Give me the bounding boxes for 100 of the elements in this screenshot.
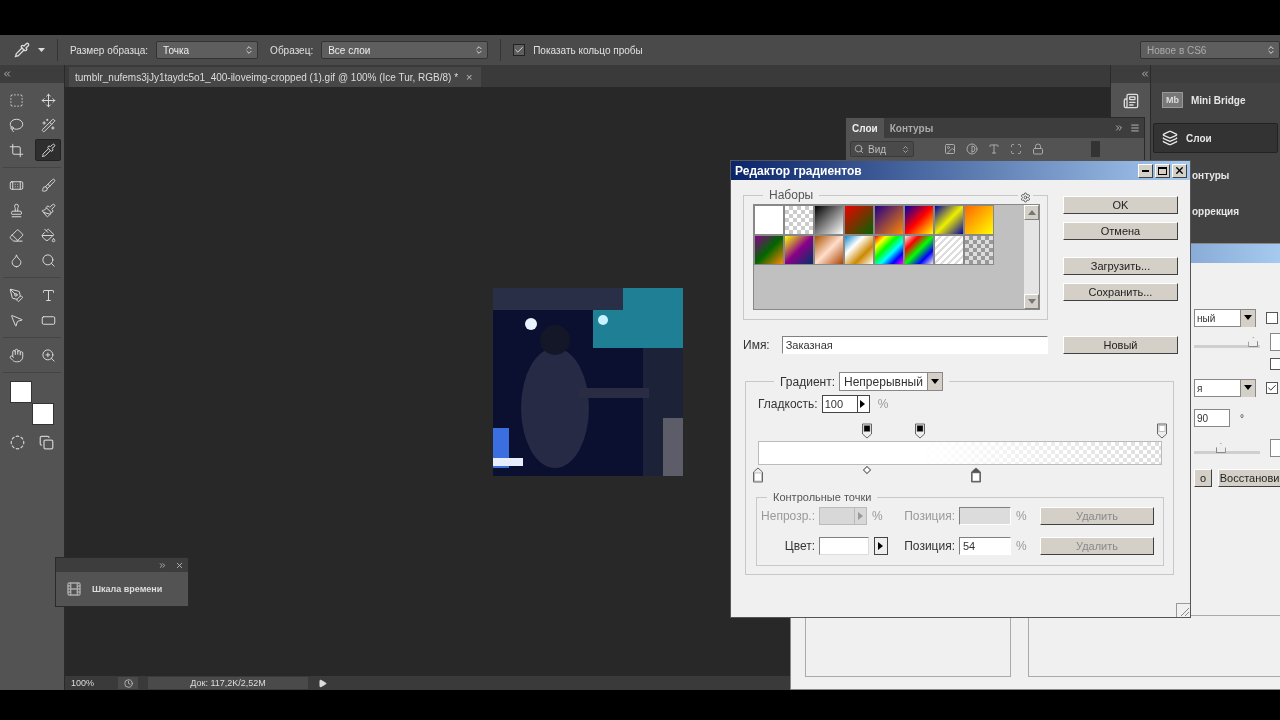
name-field[interactable]: Заказная: [781, 336, 1048, 354]
gradient-preset[interactable]: [874, 235, 904, 265]
scrollbar[interactable]: [1024, 205, 1039, 309]
dialog-button[interactable]: Отмена: [1063, 222, 1178, 240]
wand-icon: [40, 117, 56, 133]
lock-icon[interactable]: [1032, 143, 1044, 155]
opacity-stop[interactable]: [861, 423, 873, 439]
panel-tab[interactable]: Слои: [1153, 123, 1278, 153]
gradient-preset[interactable]: [904, 235, 934, 265]
stamp-icon: [8, 202, 24, 218]
percent-sign: %: [877, 397, 889, 411]
timeline-title: Шкала времени: [92, 584, 163, 594]
maximize-icon: [1158, 166, 1167, 175]
caret-icon[interactable]: [38, 48, 45, 52]
tool-button[interactable]: [35, 139, 61, 161]
mini-bridge-logo: Mb: [1162, 92, 1183, 108]
background-color-swatch[interactable]: [32, 403, 54, 425]
input-field[interactable]: [1269, 439, 1280, 457]
close-icon[interactable]: [175, 560, 184, 570]
quick-mask-icon[interactable]: [10, 435, 25, 450]
gradient-preset[interactable]: [904, 205, 934, 235]
smoothness-field[interactable]: 100: [821, 395, 870, 413]
smoothness-label: Гладкость:: [758, 397, 818, 411]
expand-icon[interactable]: [1114, 123, 1124, 133]
slider-thumb[interactable]: [1215, 443, 1226, 453]
opacity-label: Непрозр.:: [761, 509, 815, 523]
zoom-icon: [40, 347, 56, 363]
dialog-button[interactable]: Загрузить...: [1063, 257, 1178, 275]
document-size: Док: 117,2K/2,52M: [148, 677, 309, 689]
screen-mode-icon[interactable]: [39, 435, 54, 450]
transform-icon[interactable]: [1010, 143, 1022, 155]
resize-grip[interactable]: [1176, 603, 1190, 617]
dialog-button[interactable]: OK: [1063, 196, 1178, 214]
clock-icon[interactable]: [123, 678, 133, 688]
gradient-preset[interactable]: [934, 205, 964, 235]
document-tab[interactable]: tumblr_nufems3jJy1taydc5o1_400-iloveimg-cropped (1).gif @ 100% (Ice Tur, RGB/8) * ×: [69, 67, 481, 87]
panel-tab[interactable]: Mb Mini Bridge: [1153, 85, 1278, 115]
sample-size-select[interactable]: Точка: [156, 41, 259, 59]
close-tab-button[interactable]: ×: [466, 71, 473, 83]
maximize-button[interactable]: [1155, 163, 1170, 178]
sample-size-label: Размер образца:: [70, 44, 149, 56]
slider-thumb[interactable]: [1248, 337, 1259, 347]
slider-track[interactable]: [1194, 335, 1260, 349]
position-field[interactable]: 54: [959, 537, 1011, 555]
input-field[interactable]: [1269, 333, 1280, 351]
dashed-square-icon: [8, 92, 24, 108]
checkbox[interactable]: [1266, 382, 1278, 394]
opacity-stop[interactable]: [914, 423, 926, 439]
color-stop[interactable]: [752, 467, 764, 483]
type-icon[interactable]: [988, 143, 1000, 155]
zoom-level: 100%: [71, 678, 95, 688]
panel-icon[interactable]: [1122, 93, 1139, 109]
new-button[interactable]: Новый: [1063, 336, 1178, 354]
show-ring-checkbox[interactable]: [513, 44, 526, 56]
position-field[interactable]: [959, 507, 1011, 525]
droplet-icon: [8, 252, 24, 268]
updown-icon: [901, 144, 910, 154]
dialog-button[interactable]: Сохранить...: [1063, 283, 1178, 301]
arrow-up-icon: [1027, 208, 1036, 217]
menu-icon[interactable]: [1130, 123, 1140, 133]
crop-icon: [8, 142, 24, 158]
settings-icon[interactable]: [1020, 192, 1031, 203]
checkbox[interactable]: [1270, 358, 1280, 370]
position-label: Позиция:: [904, 509, 955, 523]
checkbox[interactable]: [1266, 312, 1278, 324]
updown-icon: [244, 45, 255, 55]
select-field[interactable]: ный: [1194, 309, 1256, 327]
minimize-button[interactable]: [1138, 163, 1153, 178]
filter-select[interactable]: Вид: [850, 141, 914, 157]
filter-toggle[interactable]: [1091, 141, 1100, 157]
arrow-down-icon: [1244, 314, 1252, 322]
pointer-icon: [8, 312, 24, 328]
lasso-icon: [8, 117, 24, 133]
color-menu-button[interactable]: [874, 537, 888, 555]
panel-tab[interactable]: Контуры: [883, 118, 940, 138]
play-icon[interactable]: [318, 678, 328, 688]
panel-tab[interactable]: Слои: [846, 118, 884, 138]
collapse-icon[interactable]: [1140, 69, 1150, 79]
select-field[interactable]: я: [1194, 379, 1256, 397]
gradient-preset[interactable]: [814, 205, 844, 235]
hand-icon: [8, 347, 24, 363]
contrast-icon[interactable]: [966, 143, 978, 155]
close-button[interactable]: [1172, 163, 1187, 178]
color-field[interactable]: [819, 537, 869, 555]
sample-select[interactable]: Все слои: [321, 41, 489, 59]
collapse-icon[interactable]: [2, 69, 12, 79]
eraser-icon: [8, 227, 24, 243]
dialog-button[interactable]: о: [1194, 469, 1213, 487]
eyedropper-icon[interactable]: [14, 42, 30, 58]
dialog-button[interactable]: Восстанови: [1218, 469, 1280, 487]
panel-tab-label: Mini Bridge: [1191, 94, 1246, 106]
arrow-down-icon: [931, 377, 939, 386]
angle-field[interactable]: 90: [1194, 409, 1230, 427]
foreground-color-swatch[interactable]: [10, 381, 32, 403]
gradient-type-select[interactable]: Непрерывный: [839, 372, 943, 391]
image-icon[interactable]: [944, 143, 956, 155]
search-icon: [854, 144, 864, 154]
gradient-preset[interactable]: [784, 235, 814, 265]
expand-icon[interactable]: [158, 560, 167, 570]
color-stop[interactable]: [970, 467, 982, 483]
